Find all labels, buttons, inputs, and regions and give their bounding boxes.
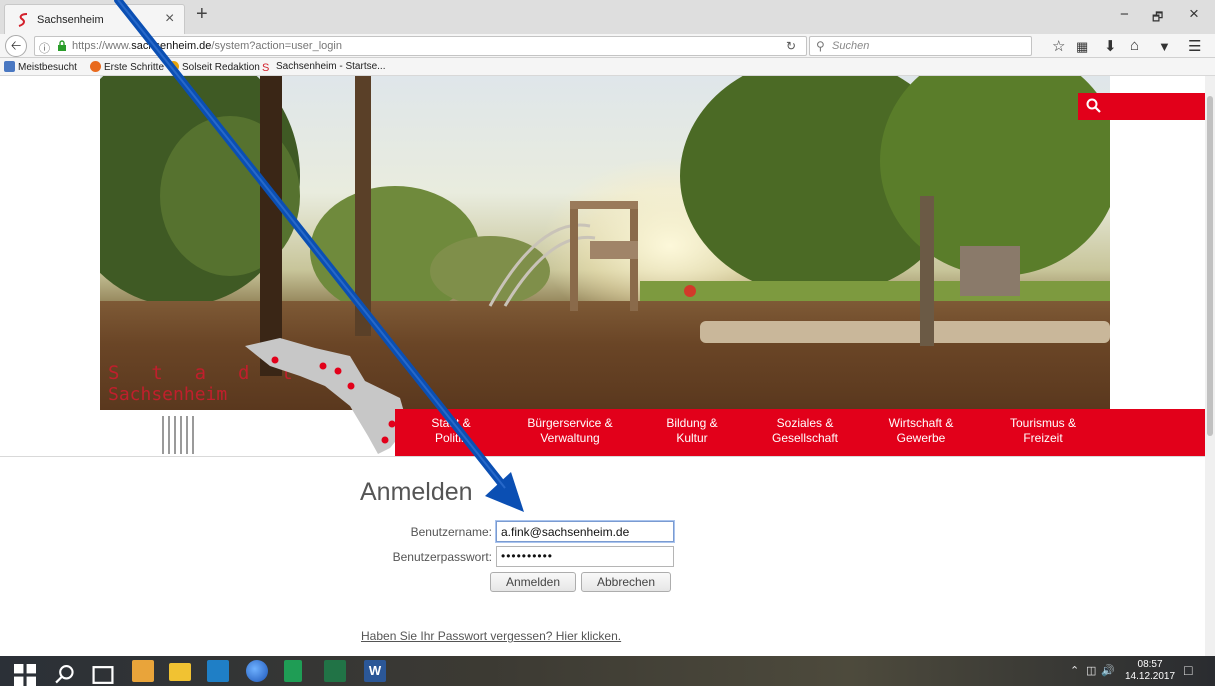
tab-title: Sachsenheim [37,14,104,26]
main-navigation: Stadt & Politik Bürgerservice & Verwaltung… [395,409,1205,456]
task-view-icon[interactable] [92,664,114,686]
nav-item-wirtschaft[interactable]: Wirtschaft & Gewerbe [881,416,961,446]
windows-start-icon[interactable] [14,664,36,686]
firefox-icon [90,61,101,72]
nav-item-buergerservice[interactable]: Bürgerservice & Verwaltung [515,416,625,446]
scrollbar-thumb[interactable] [1207,96,1213,436]
sachsenheim-logo-icon: S [262,62,270,74]
nav-item-tourismus[interactable]: Tourismus & Freizeit [1003,416,1083,446]
firefox-icon[interactable] [246,660,268,682]
nav-item-bildung-kultur[interactable]: Bildung & Kultur [657,416,727,446]
windows-taskbar: W ⌃ ◫ 🔊 08:57 14.12.2017 □ [0,656,1215,686]
browser-tab[interactable]: Sachsenheim × [4,4,185,34]
search-icon [1086,98,1101,113]
folder-icon [4,61,15,72]
bookmark-star-icon[interactable]: ☆ [1052,37,1065,55]
info-icon[interactable]: ⓘ [39,40,50,56]
bookmarks-toolbar: Meistbesucht Erste Schritte Solseit Reda… [0,58,1215,76]
search-bar[interactable]: ⚲ Suchen [809,36,1032,56]
home-icon[interactable]: ⌂ [1130,37,1139,54]
search-icon: ⚲ [816,39,825,53]
volume-icon[interactable]: 🔊 [1101,664,1115,677]
search-icon[interactable] [54,664,76,686]
solseit-icon [168,61,179,72]
notifications-icon[interactable]: □ [1184,662,1192,678]
network-icon[interactable]: ◫ [1086,664,1096,677]
username-label: Benutzername: [410,525,492,539]
bookmark-erste-schritte[interactable]: Erste Schritte [90,61,164,73]
search-placeholder: Suchen [832,40,870,52]
web-page: S t a d t Sachsenheim Stadt & Politik Bür… [0,76,1205,656]
password-label: Benutzerpasswort: [392,550,492,564]
restore-button[interactable]: 🗗 [1152,8,1163,29]
reload-icon[interactable]: ↻ [786,39,796,53]
lock-icon [58,40,66,51]
tab-bar: Sachsenheim × + − 🗗 × [0,0,1215,34]
word-icon[interactable]: W [364,660,386,682]
bookmark-solseit-redaktion[interactable]: Solseit Redaktion [168,61,260,73]
forgot-password-link[interactable]: Haben Sie Ihr Passwort vergessen? Hier k… [361,629,621,643]
logo-bars-icon [160,416,200,454]
excel-icon[interactable] [324,660,346,682]
outlook-icon[interactable] [132,660,154,682]
url-text: https://www.sachsenheim.de/system?action… [72,40,342,52]
header-divider [0,456,1205,457]
username-field[interactable] [496,521,674,542]
cancel-button[interactable]: Abbrechen [581,572,671,592]
navigation-toolbar: 🡠 ⓘ https://www.sachsenheim.de/system?ac… [0,34,1215,58]
close-window-button[interactable]: × [1189,4,1199,24]
dynamics-icon[interactable] [207,660,229,682]
nav-item-stadt-politik[interactable]: Stadt & Politik [431,416,471,446]
system-clock[interactable]: 08:57 14.12.2017 [1125,659,1175,683]
close-tab-icon[interactable]: × [165,10,174,28]
new-tab-button[interactable]: + [196,3,208,26]
sachsenheim-logo-icon [18,13,28,27]
url-bar[interactable]: ⓘ https://www.sachsenheim.de/system?acti… [34,36,807,56]
pocket-icon[interactable]: ▼ [1158,39,1171,54]
library-icon[interactable]: ▦ [1076,39,1088,55]
logo-word-sachsenheim: Sachsenheim [108,384,228,405]
download-icon[interactable]: ⬇ [1104,37,1117,55]
nav-item-soziales[interactable]: Soziales & Gesellschaft [767,416,843,446]
city-map-icon [245,338,408,454]
login-submit-button[interactable]: Anmelden [490,572,576,592]
minimize-button[interactable]: − [1120,6,1129,23]
project-icon[interactable] [284,660,302,682]
site-search-button[interactable] [1078,93,1205,120]
chevron-up-icon[interactable]: ⌃ [1070,664,1079,677]
menu-icon[interactable]: ☰ [1188,37,1201,55]
page-scrollbar[interactable] [1205,76,1215,656]
login-title: Anmelden [360,478,473,506]
back-icon[interactable]: 🡠 [5,35,27,57]
file-explorer-icon[interactable] [169,663,191,681]
password-field[interactable]: •••••••••• [496,546,674,567]
bookmark-meistbesucht[interactable]: Meistbesucht [4,61,77,73]
bookmark-sachsenheim[interactable]: S Sachsenheim - Startse... [262,61,386,74]
